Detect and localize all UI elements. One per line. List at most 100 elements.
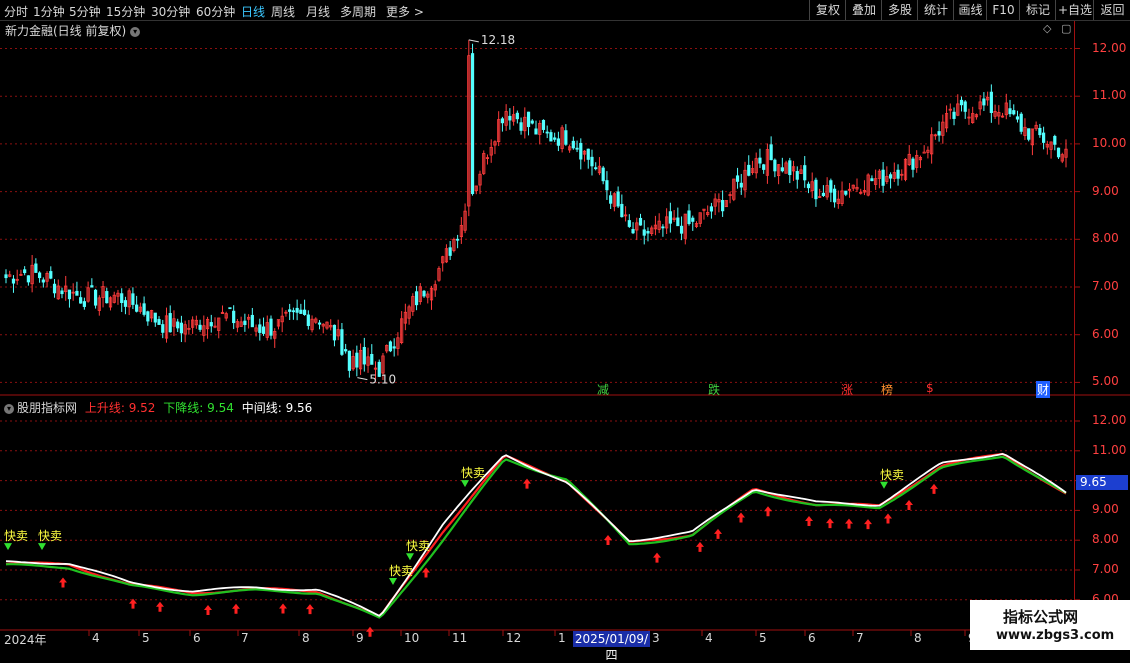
date-axis-label: 5 — [142, 631, 150, 645]
candle-body — [82, 301, 86, 307]
event-marker-reduce[interactable]: 减 — [597, 381, 609, 398]
candle-body — [269, 318, 273, 336]
candle-body — [34, 263, 38, 273]
current-price-tag: 9.65 — [1076, 475, 1128, 490]
candle-body — [762, 164, 766, 170]
buy-arrow-icon — [232, 603, 240, 614]
candle-body — [806, 183, 811, 189]
candle-body — [422, 290, 426, 297]
candle-body — [317, 322, 322, 325]
buy-arrow-icon — [422, 567, 430, 578]
buy-arrow-icon — [523, 478, 531, 489]
candle-body — [631, 228, 635, 234]
candle-body — [844, 190, 848, 195]
candle-body — [306, 314, 310, 326]
candle-body — [26, 275, 30, 283]
candle-body — [952, 111, 956, 119]
buy-arrow-icon — [884, 513, 892, 524]
candle-body — [691, 217, 695, 222]
buy-arrow-icon — [653, 552, 661, 563]
candle-body — [661, 226, 665, 229]
candle-body — [37, 272, 42, 279]
candle-body — [79, 297, 83, 304]
sell-arrow-icon — [880, 481, 888, 489]
buy-arrow-icon — [366, 626, 374, 637]
candle-body — [1027, 128, 1031, 140]
date-axis-label: 8 — [914, 631, 922, 645]
candle-body — [228, 307, 232, 310]
candle-body — [243, 320, 247, 325]
buy-arrow-icon — [826, 518, 834, 529]
candle-body — [627, 220, 631, 227]
candle-body — [545, 131, 549, 134]
candle-body — [590, 156, 594, 167]
candle-body — [668, 211, 672, 224]
date-axis-label: 6 — [193, 631, 201, 645]
candle-body — [963, 101, 967, 112]
event-marker-list[interactable]: 榜 — [881, 381, 893, 398]
buy-arrow-icon — [764, 506, 772, 517]
buy-arrow-icon — [306, 604, 314, 615]
candle-body — [500, 118, 505, 124]
candle-body — [168, 313, 172, 333]
candle-body — [448, 247, 452, 256]
price-axis-label: 5.00 — [1092, 374, 1119, 389]
candle-body — [829, 180, 833, 193]
date-axis-label: 9 — [356, 631, 364, 645]
candle-body — [549, 132, 553, 142]
candle-body — [586, 148, 590, 160]
buy-arrow-icon — [805, 516, 813, 527]
stock-chart[interactable]: 12.185.10快卖 快卖快卖快卖快卖 快卖 — [0, 0, 1130, 650]
candle-body — [769, 144, 773, 161]
candle-body — [959, 99, 964, 106]
candle-body — [370, 353, 374, 365]
candle-body — [687, 210, 691, 225]
candle-body — [747, 164, 751, 176]
candle-body — [1038, 127, 1042, 136]
candle-body — [295, 307, 299, 313]
candle-body — [605, 180, 609, 191]
candle-body — [1012, 110, 1016, 115]
candle-body — [75, 290, 79, 296]
candle-body — [258, 324, 262, 333]
indicator-axis-label: 11.00 — [1092, 442, 1127, 457]
indicator-axis-label: 8.00 — [1092, 532, 1119, 547]
event-marker-fall[interactable]: 跌 — [708, 381, 720, 398]
candle-body — [530, 120, 534, 124]
candle-body — [922, 151, 926, 154]
event-marker-rise[interactable]: 涨 — [841, 381, 853, 398]
candle-body — [564, 130, 568, 145]
candle-body — [1019, 113, 1023, 132]
buy-arrow-icon — [279, 603, 287, 614]
candle-body — [161, 324, 165, 333]
candle-body — [60, 290, 64, 295]
indicator-axis-label: 7.00 — [1092, 562, 1119, 576]
candle-body — [157, 319, 161, 325]
candle-body — [362, 346, 366, 365]
date-axis-label: 4 — [705, 631, 713, 645]
candle-body — [120, 293, 124, 304]
candle-body — [679, 225, 684, 234]
candle-body — [508, 115, 512, 121]
candle-body — [832, 188, 837, 203]
candle-body — [41, 279, 45, 283]
candle-body — [616, 191, 620, 207]
candle-body — [291, 310, 295, 313]
buy-arrow-icon — [905, 499, 913, 510]
candle-body — [676, 217, 680, 227]
price-axis-label: 10.00 — [1092, 135, 1127, 150]
candle-body — [553, 137, 557, 140]
event-marker-finance[interactable]: 财 — [1036, 381, 1051, 398]
event-marker-dollar[interactable]: $ — [926, 381, 934, 395]
candle-body — [709, 206, 714, 212]
buy-arrow-icon — [696, 541, 704, 552]
candle-body — [90, 285, 94, 288]
candle-body — [515, 112, 519, 120]
sell-signal-label: 快卖 — [38, 529, 62, 543]
candle-body — [638, 217, 643, 226]
date-axis-label: 5 — [759, 631, 767, 645]
candle-body — [758, 157, 762, 164]
price-axis-label: 8.00 — [1092, 231, 1119, 246]
candle-body — [911, 158, 915, 170]
candle-body — [519, 122, 523, 131]
